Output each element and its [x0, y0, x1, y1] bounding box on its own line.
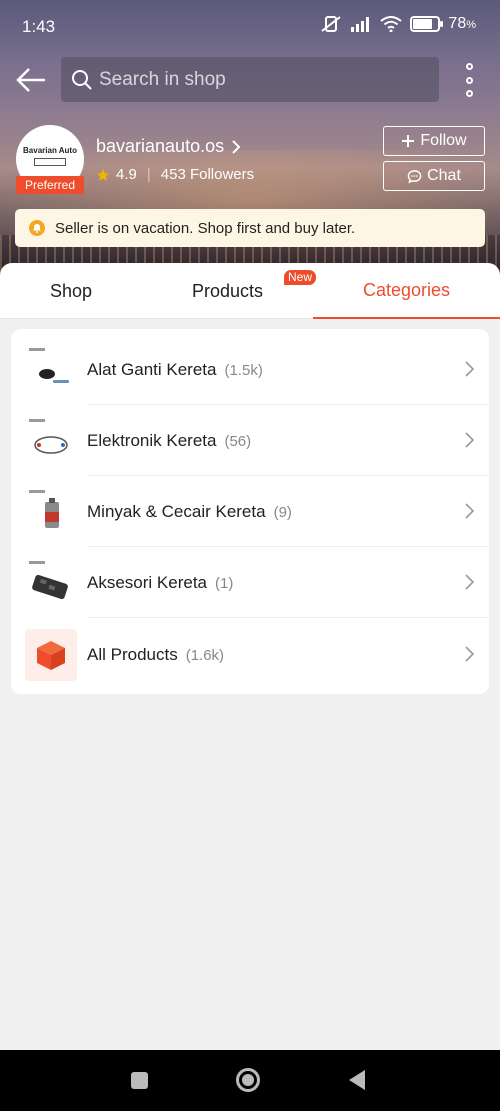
- category-item-all-products[interactable]: All Products (1.6k): [11, 619, 489, 690]
- new-badge: New: [284, 270, 317, 285]
- tab-shop[interactable]: Shop: [0, 263, 142, 319]
- box-icon: [25, 629, 77, 681]
- recent-apps-button[interactable]: [131, 1072, 148, 1089]
- chat-bubble-icon: [407, 169, 422, 183]
- more-dot-icon: [465, 90, 473, 97]
- status-icons: 78%: [320, 15, 476, 33]
- category-item-aksesori-kereta[interactable]: Aksesori Kereta (1): [11, 547, 489, 618]
- signal-icon: [351, 17, 370, 32]
- shop-name-link[interactable]: bavarianauto.os: [96, 136, 242, 157]
- shop-rating: 4.9: [116, 166, 137, 183]
- home-button[interactable]: [236, 1068, 260, 1092]
- shop-followers: 453 Followers: [160, 166, 255, 183]
- mute-vibrate-icon: [321, 16, 342, 32]
- battery-percent: 78%: [448, 15, 476, 32]
- wifi-icon: [380, 16, 403, 32]
- search-bar[interactable]: [61, 57, 439, 102]
- shop-logo-emblem: [34, 158, 66, 166]
- shop-logo-text: Bavarian Auto: [23, 146, 77, 155]
- chevron-right-icon: [465, 503, 475, 519]
- tab-categories[interactable]: Categories: [313, 263, 500, 319]
- status-time: 1:43: [22, 17, 56, 36]
- category-thumbnail: [25, 415, 77, 467]
- status-bar: 1:43 78%: [0, 0, 500, 54]
- search-input[interactable]: [99, 68, 419, 91]
- system-nav-bar: [0, 1050, 500, 1111]
- battery-icon: [410, 16, 444, 32]
- category-item-minyak-cecair-kereta[interactable]: Minyak & Cecair Kereta (9): [11, 476, 489, 547]
- stats-divider: |: [146, 166, 151, 183]
- category-thumbnail: [25, 344, 77, 396]
- category-list: Alat Ganti Kereta (1.5k) Elektronik Keret…: [11, 329, 489, 694]
- preferred-badge: Preferred: [16, 176, 84, 194]
- back-button[interactable]: [14, 62, 50, 98]
- category-label: Elektronik Kereta (56): [87, 430, 252, 450]
- follow-button[interactable]: Follow: [383, 126, 485, 156]
- bell-icon: [29, 220, 45, 236]
- category-thumbnail: [25, 557, 77, 609]
- category-label: Aksesori Kereta (1): [87, 572, 234, 592]
- category-item-alat-ganti-kereta[interactable]: Alat Ganti Kereta (1.5k): [11, 334, 489, 405]
- chat-label: Chat: [427, 167, 461, 184]
- chevron-right-icon: [465, 361, 475, 377]
- tab-products[interactable]: Products: [155, 263, 300, 319]
- chevron-right-icon: [465, 432, 475, 448]
- system-back-button[interactable]: [349, 1070, 365, 1090]
- category-label: All Products (1.6k): [87, 644, 225, 664]
- more-options-button[interactable]: [458, 63, 480, 97]
- vacation-text: Seller is on vacation. Shop first and bu…: [55, 219, 356, 237]
- shop-name: bavarianauto.os: [96, 136, 225, 156]
- chevron-right-icon: [465, 574, 475, 590]
- shop-stats: 4.9 | 453 Followers: [96, 166, 254, 183]
- category-thumbnail: [25, 486, 77, 538]
- chevron-right-icon: [232, 139, 241, 154]
- chat-button[interactable]: Chat: [383, 161, 485, 191]
- category-label: Minyak & Cecair Kereta (9): [87, 501, 292, 521]
- category-label: Alat Ganti Kereta (1.5k): [87, 359, 263, 379]
- row-divider: [87, 617, 489, 618]
- more-dot-icon: [465, 63, 473, 70]
- plus-icon: [402, 135, 415, 147]
- battery-level: [413, 19, 433, 29]
- more-dot-icon: [465, 76, 473, 84]
- category-item-elektronik-kereta[interactable]: Elektronik Kereta (56): [11, 405, 489, 476]
- arrow-left-icon: [16, 68, 45, 92]
- chevron-right-icon: [465, 646, 475, 662]
- search-icon: [72, 69, 92, 90]
- follow-label: Follow: [420, 132, 467, 149]
- shop-tabs: Shop Products New Categories: [0, 263, 500, 319]
- vacation-notice: Seller is on vacation. Shop first and bu…: [15, 209, 485, 247]
- star-icon: [97, 168, 109, 181]
